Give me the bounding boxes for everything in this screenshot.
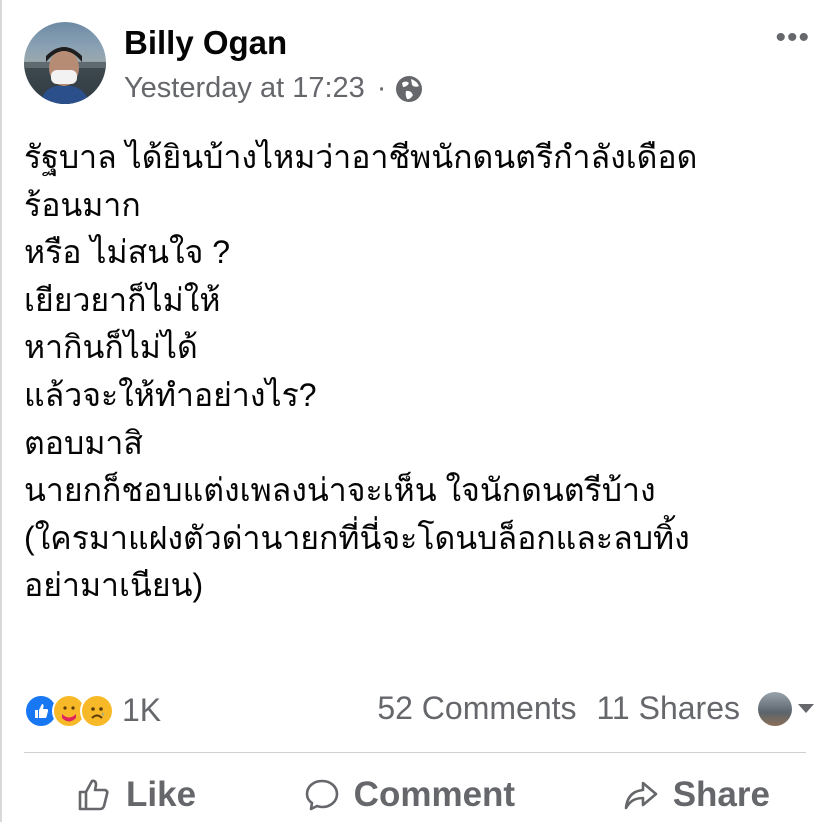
thumbs-up-icon bbox=[78, 779, 109, 811]
post-body: รัฐบาล ได้ยินบ้างไหมว่าอาชีพนักดนตรีกำลั… bbox=[24, 134, 814, 610]
shares-count[interactable]: 11 Shares bbox=[597, 690, 741, 727]
comment-label: Comment bbox=[353, 775, 516, 814]
author-name[interactable]: Billy Ogan bbox=[124, 24, 287, 62]
post-timestamp[interactable]: Yesterday at 17:23 bbox=[124, 72, 365, 105]
reactions-summary[interactable]: 1K bbox=[24, 692, 161, 729]
comments-count[interactable]: 52 Comments bbox=[377, 690, 576, 727]
viewer-avatar[interactable] bbox=[758, 691, 792, 726]
share-icon bbox=[624, 781, 658, 810]
engagement-counts: 52 Comments 11 Shares bbox=[377, 690, 814, 727]
post-header: Billy Ogan Yesterday at 17:23 · ••• bbox=[24, 22, 814, 106]
post-text-line: หรือ ไม่สนใจ ? bbox=[24, 234, 231, 271]
actions-divider bbox=[24, 752, 806, 753]
post-text-line: หากินก็ไม่ได้ bbox=[24, 329, 198, 366]
globe-icon[interactable] bbox=[394, 74, 424, 104]
reaction-count[interactable]: 1K bbox=[122, 692, 161, 729]
post-actions: Like Comment Share bbox=[24, 768, 814, 822]
share-button[interactable]: Share bbox=[623, 768, 770, 822]
meta-separator: · bbox=[376, 72, 387, 104]
post-text-line: แล้วจะให้ทำอย่างไร? bbox=[24, 376, 317, 413]
like-label: Like bbox=[126, 775, 197, 814]
post-text-line: (ใครมาแฝงตัวด่านายกที่นี่จะโดนบล็อกและลบ… bbox=[24, 519, 690, 556]
comment-icon bbox=[305, 779, 338, 811]
more-options-icon[interactable]: ••• bbox=[775, 23, 810, 53]
post-stats: 1K 52 Comments 11 Shares bbox=[24, 688, 814, 734]
chevron-down-icon[interactable] bbox=[798, 704, 814, 713]
post-text-line: ร้อนมาก bbox=[24, 186, 141, 223]
post-text-line: ตอบมาสิ bbox=[24, 424, 143, 461]
author-avatar[interactable] bbox=[24, 22, 106, 104]
post-meta: Yesterday at 17:23 · bbox=[124, 72, 424, 105]
post-text-line: รัฐบาล ได้ยินบ้างไหมว่าอาชีพนักดนตรีกำลั… bbox=[24, 139, 698, 175]
window-edge bbox=[0, 0, 2, 822]
like-button[interactable]: Like bbox=[76, 768, 196, 822]
comment-button[interactable]: Comment bbox=[304, 768, 515, 822]
post-text-line: อย่ามาเนียน) bbox=[24, 567, 204, 604]
post-text-line: เยียวยาก็ไม่ให้ bbox=[24, 281, 221, 318]
share-label: Share bbox=[672, 775, 770, 814]
post-text-line: นายกก็ชอบแต่งเพลงน่าจะเห็น ใจนักดนตรีบ้า… bbox=[24, 472, 656, 509]
sad-reaction-icon bbox=[80, 693, 114, 728]
